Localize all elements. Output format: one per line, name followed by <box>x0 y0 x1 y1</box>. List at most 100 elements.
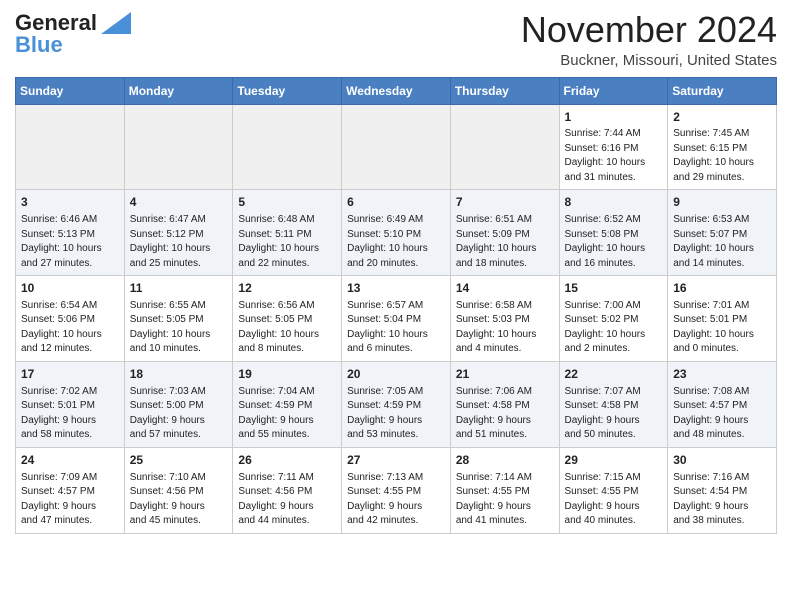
day-header-sunday: Sunday <box>16 77 125 104</box>
calendar-day: 19 Sunrise: 7:04 AM Sunset: 4:59 PM Dayli… <box>233 361 342 447</box>
day-info: Sunrise: 7:15 AM Sunset: 4:55 PM Dayligh… <box>565 471 663 529</box>
calendar-day: 2Sunrise: 7:45 AM Sunset: 6:15 PM Daylig… <box>668 104 777 190</box>
day-number: 5 <box>238 194 336 211</box>
calendar-day: 10 Sunrise: 6:54 AM Sunset: 5:06 PM Dayli… <box>16 276 125 362</box>
day-number: 8 <box>565 194 663 211</box>
day-info: Sunrise: 7:08 AM Sunset: 4:57 PM Dayligh… <box>673 385 771 443</box>
calendar-day: 26 Sunrise: 7:11 AM Sunset: 4:56 PM Dayli… <box>233 447 342 533</box>
calendar-day: 27 Sunrise: 7:13 AM Sunset: 4:55 PM Dayli… <box>342 447 451 533</box>
header: General Blue November 2024 Buckner, Miss… <box>15 10 777 69</box>
day-info: Sunrise: 6:55 AM Sunset: 5:05 PM Dayligh… <box>130 299 228 357</box>
day-number: 21 <box>456 366 554 383</box>
day-number: 13 <box>347 280 445 297</box>
calendar-day <box>450 104 559 190</box>
location-title: Buckner, Missouri, United States <box>521 52 777 69</box>
day-info: Sunrise: 7:04 AM Sunset: 4:59 PM Dayligh… <box>238 385 336 443</box>
day-header-thursday: Thursday <box>450 77 559 104</box>
day-info: Sunrise: 7:16 AM Sunset: 4:54 PM Dayligh… <box>673 471 771 529</box>
day-info: Sunrise: 6:52 AM Sunset: 5:08 PM Dayligh… <box>565 213 663 271</box>
day-number: 19 <box>238 366 336 383</box>
calendar-week-4: 17 Sunrise: 7:02 AM Sunset: 5:01 PM Dayli… <box>16 361 777 447</box>
calendar-day: 28 Sunrise: 7:14 AM Sunset: 4:55 PM Dayli… <box>450 447 559 533</box>
day-number: 2 <box>673 109 771 126</box>
calendar-day: 6Sunrise: 6:49 AM Sunset: 5:10 PM Daylig… <box>342 190 451 276</box>
day-number: 7 <box>456 194 554 211</box>
day-info: Sunrise: 7:10 AM Sunset: 4:56 PM Dayligh… <box>130 471 228 529</box>
day-number: 9 <box>673 194 771 211</box>
day-info: Sunrise: 7:01 AM Sunset: 5:01 PM Dayligh… <box>673 299 771 357</box>
calendar-day: 30Sunrise: 7:16 AM Sunset: 4:54 PM Dayli… <box>668 447 777 533</box>
calendar-day: 8 Sunrise: 6:52 AM Sunset: 5:08 PM Daylig… <box>559 190 668 276</box>
day-info: Sunrise: 7:09 AM Sunset: 4:57 PM Dayligh… <box>21 471 119 529</box>
calendar-day: 7 Sunrise: 6:51 AM Sunset: 5:09 PM Daylig… <box>450 190 559 276</box>
day-number: 17 <box>21 366 119 383</box>
day-number: 12 <box>238 280 336 297</box>
calendar: SundayMondayTuesdayWednesdayThursdayFrid… <box>15 77 777 534</box>
day-number: 23 <box>673 366 771 383</box>
day-number: 20 <box>347 366 445 383</box>
day-number: 27 <box>347 452 445 469</box>
day-header-saturday: Saturday <box>668 77 777 104</box>
day-number: 10 <box>21 280 119 297</box>
calendar-day: 3Sunrise: 6:46 AM Sunset: 5:13 PM Daylig… <box>16 190 125 276</box>
day-info: Sunrise: 7:05 AM Sunset: 4:59 PM Dayligh… <box>347 385 445 443</box>
calendar-day: 9 Sunrise: 6:53 AM Sunset: 5:07 PM Daylig… <box>668 190 777 276</box>
day-info: Sunrise: 6:46 AM Sunset: 5:13 PM Dayligh… <box>21 213 119 271</box>
title-block: November 2024 Buckner, Missouri, United … <box>521 10 777 69</box>
day-info: Sunrise: 6:54 AM Sunset: 5:06 PM Dayligh… <box>21 299 119 357</box>
day-info: Sunrise: 7:14 AM Sunset: 4:55 PM Dayligh… <box>456 471 554 529</box>
day-number: 24 <box>21 452 119 469</box>
day-info: Sunrise: 7:11 AM Sunset: 4:56 PM Dayligh… <box>238 471 336 529</box>
day-number: 4 <box>130 194 228 211</box>
calendar-day: 25 Sunrise: 7:10 AM Sunset: 4:56 PM Dayli… <box>124 447 233 533</box>
calendar-week-1: 1Sunrise: 7:44 AM Sunset: 6:16 PM Daylig… <box>16 104 777 190</box>
calendar-day: 23 Sunrise: 7:08 AM Sunset: 4:57 PM Dayli… <box>668 361 777 447</box>
day-info: Sunrise: 7:02 AM Sunset: 5:01 PM Dayligh… <box>21 385 119 443</box>
calendar-day: 13 Sunrise: 6:57 AM Sunset: 5:04 PM Dayli… <box>342 276 451 362</box>
day-info: Sunrise: 6:48 AM Sunset: 5:11 PM Dayligh… <box>238 213 336 271</box>
day-number: 16 <box>673 280 771 297</box>
calendar-day <box>233 104 342 190</box>
calendar-day: 1Sunrise: 7:44 AM Sunset: 6:16 PM Daylig… <box>559 104 668 190</box>
day-info: Sunrise: 6:58 AM Sunset: 5:03 PM Dayligh… <box>456 299 554 357</box>
day-number: 25 <box>130 452 228 469</box>
day-number: 11 <box>130 280 228 297</box>
page: General Blue November 2024 Buckner, Miss… <box>0 0 792 549</box>
calendar-week-3: 10 Sunrise: 6:54 AM Sunset: 5:06 PM Dayli… <box>16 276 777 362</box>
day-info: Sunrise: 6:53 AM Sunset: 5:07 PM Dayligh… <box>673 213 771 271</box>
calendar-day <box>124 104 233 190</box>
calendar-day: 16 Sunrise: 7:01 AM Sunset: 5:01 PM Dayli… <box>668 276 777 362</box>
day-info: Sunrise: 7:44 AM Sunset: 6:16 PM Dayligh… <box>565 127 663 185</box>
day-number: 22 <box>565 366 663 383</box>
calendar-day <box>342 104 451 190</box>
day-number: 26 <box>238 452 336 469</box>
day-header-tuesday: Tuesday <box>233 77 342 104</box>
calendar-day: 17 Sunrise: 7:02 AM Sunset: 5:01 PM Dayli… <box>16 361 125 447</box>
calendar-day: 14Sunrise: 6:58 AM Sunset: 5:03 PM Dayli… <box>450 276 559 362</box>
calendar-week-2: 3Sunrise: 6:46 AM Sunset: 5:13 PM Daylig… <box>16 190 777 276</box>
day-number: 18 <box>130 366 228 383</box>
day-number: 29 <box>565 452 663 469</box>
month-title: November 2024 <box>521 10 777 50</box>
day-info: Sunrise: 7:00 AM Sunset: 5:02 PM Dayligh… <box>565 299 663 357</box>
day-info: Sunrise: 7:07 AM Sunset: 4:58 PM Dayligh… <box>565 385 663 443</box>
day-info: Sunrise: 6:56 AM Sunset: 5:05 PM Dayligh… <box>238 299 336 357</box>
calendar-day: 5 Sunrise: 6:48 AM Sunset: 5:11 PM Daylig… <box>233 190 342 276</box>
day-info: Sunrise: 6:51 AM Sunset: 5:09 PM Dayligh… <box>456 213 554 271</box>
day-header-wednesday: Wednesday <box>342 77 451 104</box>
day-number: 28 <box>456 452 554 469</box>
calendar-day: 29 Sunrise: 7:15 AM Sunset: 4:55 PM Dayli… <box>559 447 668 533</box>
day-info: Sunrise: 6:47 AM Sunset: 5:12 PM Dayligh… <box>130 213 228 271</box>
day-header-friday: Friday <box>559 77 668 104</box>
calendar-day: 18 Sunrise: 7:03 AM Sunset: 5:00 PM Dayli… <box>124 361 233 447</box>
calendar-day <box>16 104 125 190</box>
logo-icon <box>101 12 131 34</box>
calendar-day: 21Sunrise: 7:06 AM Sunset: 4:58 PM Dayli… <box>450 361 559 447</box>
day-info: Sunrise: 6:57 AM Sunset: 5:04 PM Dayligh… <box>347 299 445 357</box>
day-info: Sunrise: 7:03 AM Sunset: 5:00 PM Dayligh… <box>130 385 228 443</box>
calendar-day: 12 Sunrise: 6:56 AM Sunset: 5:05 PM Dayli… <box>233 276 342 362</box>
day-number: 6 <box>347 194 445 211</box>
calendar-day: 20 Sunrise: 7:05 AM Sunset: 4:59 PM Dayli… <box>342 361 451 447</box>
calendar-day: 22 Sunrise: 7:07 AM Sunset: 4:58 PM Dayli… <box>559 361 668 447</box>
day-info: Sunrise: 7:13 AM Sunset: 4:55 PM Dayligh… <box>347 471 445 529</box>
